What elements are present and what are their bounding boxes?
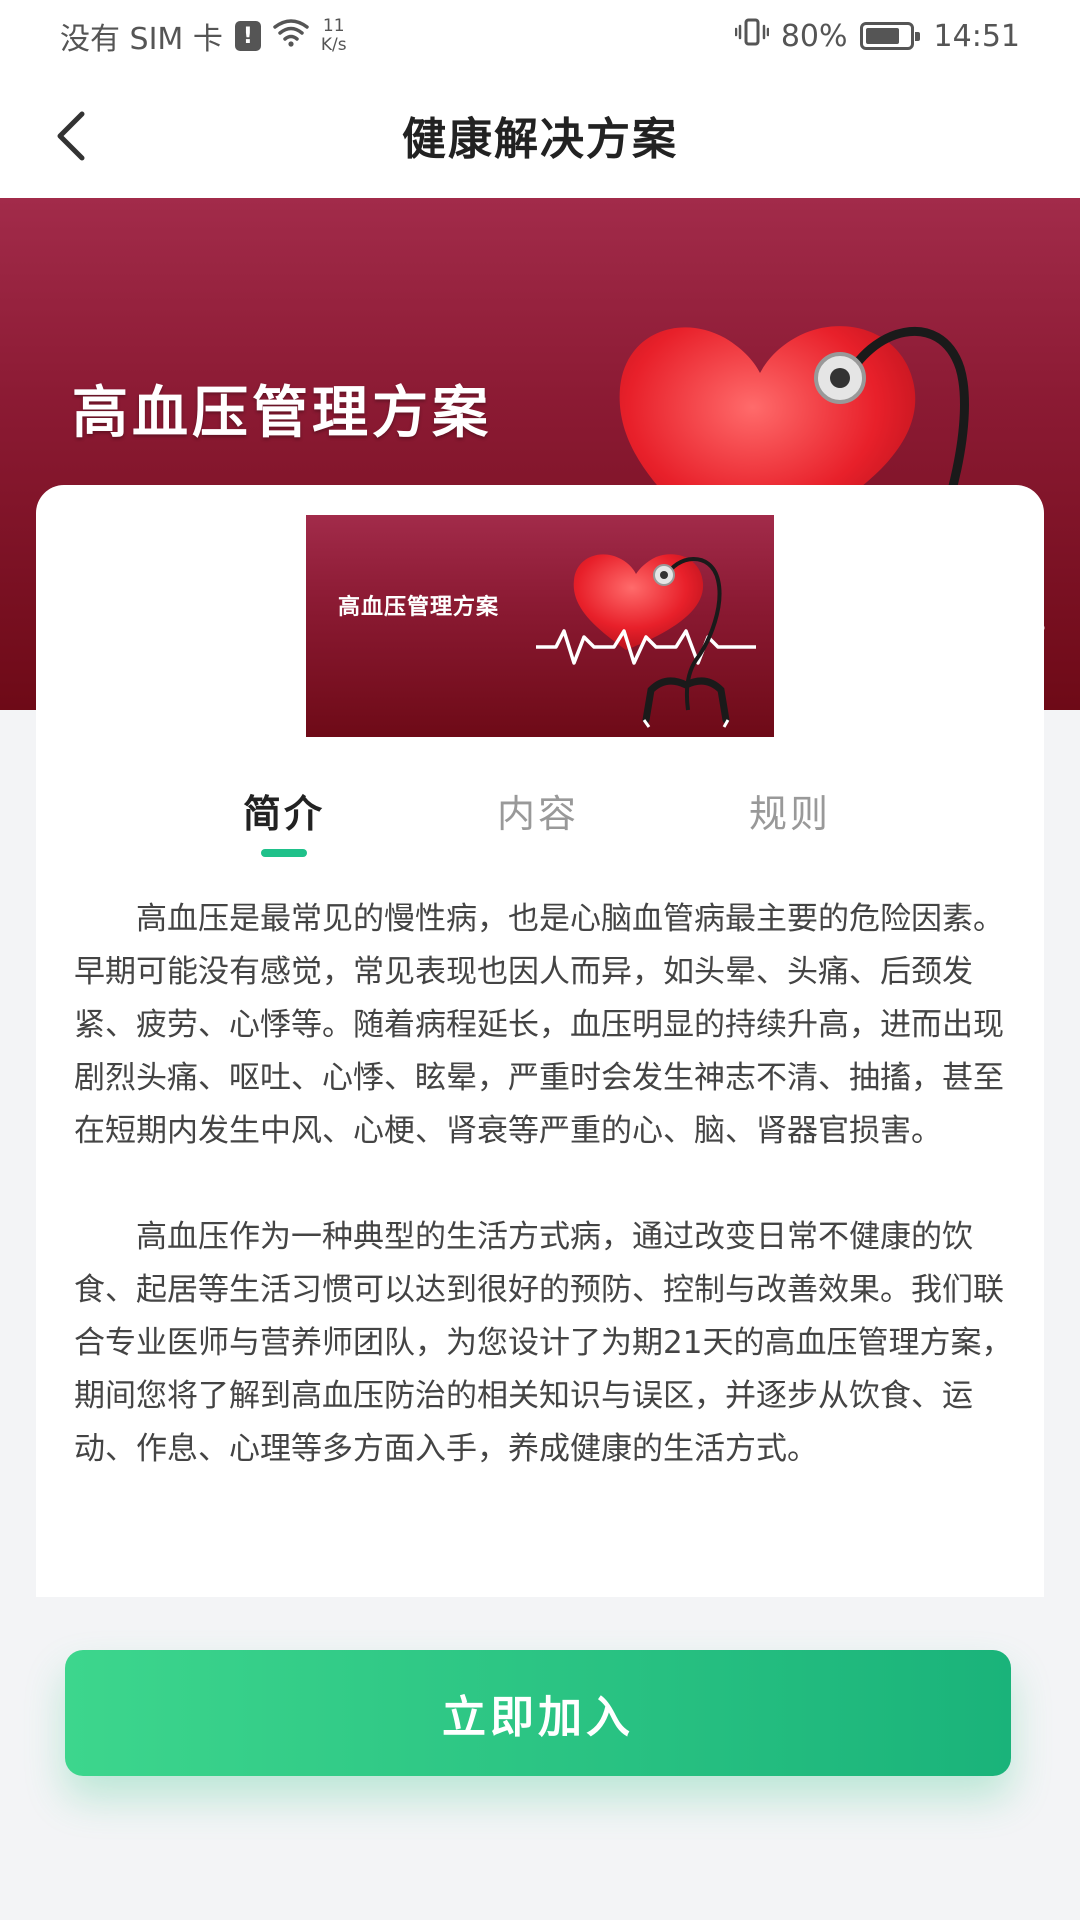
net-speed-unit: K/s bbox=[320, 35, 347, 55]
battery-icon bbox=[859, 22, 920, 50]
sim-alert-icon: ! bbox=[234, 21, 261, 51]
status-bar: 没有 SIM 卡 ! 11 K/s 80% 14:51 bbox=[0, 0, 1080, 72]
intro-paragraph-2: 高血压作为一种典型的生活方式病，通过改变日常不健康的饮食、起居等生活习惯可以达到… bbox=[74, 1219, 1013, 1467]
vibrate-icon bbox=[734, 17, 770, 55]
carrier-text: 没有 SIM 卡 bbox=[60, 22, 223, 57]
clock: 14:51 bbox=[933, 18, 1020, 54]
tab-intro[interactable]: 简介 bbox=[214, 783, 354, 838]
wifi-icon bbox=[273, 17, 309, 55]
active-tab-indicator bbox=[261, 849, 307, 857]
plan-card: 高血压管理方案 简介 内容 规则 高血压是最常见的慢性病，也是心脑血管病最主要的… bbox=[36, 485, 1044, 1597]
battery-percent: 80% bbox=[780, 18, 848, 54]
nav-bar: 健康解决方案 bbox=[0, 72, 1080, 198]
tab-rules[interactable]: 规则 bbox=[720, 783, 860, 838]
thumbnail-title: 高血压管理方案 bbox=[338, 595, 500, 620]
status-left: 没有 SIM 卡 ! 11 K/s bbox=[60, 14, 347, 58]
battery-fill bbox=[865, 28, 900, 44]
intro-content: 高血压是最常见的慢性病，也是心脑血管病最主要的危险因素。早期可能没有感觉，常见表… bbox=[74, 893, 1014, 1529]
net-speed-value: 11 bbox=[322, 16, 345, 36]
intro-paragraph-1: 高血压是最常见的慢性病，也是心脑血管病最主要的危险因素。早期可能没有感觉，常见表… bbox=[74, 901, 1004, 1149]
thumbnail-heart-art bbox=[536, 554, 756, 728]
tab-content[interactable]: 内容 bbox=[468, 783, 608, 838]
status-right: 80% 14:51 bbox=[734, 17, 1020, 55]
net-speed: 11 K/s bbox=[321, 17, 347, 55]
plan-thumbnail: 高血压管理方案 bbox=[306, 515, 774, 737]
back-button[interactable] bbox=[40, 104, 104, 168]
page-title: 健康解决方案 bbox=[402, 114, 678, 165]
banner-title: 高血压管理方案 bbox=[72, 381, 492, 446]
tab-bar: 简介 内容 规则 bbox=[36, 763, 1044, 873]
chevron-left-icon bbox=[57, 111, 85, 161]
join-now-button[interactable]: 立即加入 bbox=[65, 1650, 1011, 1776]
